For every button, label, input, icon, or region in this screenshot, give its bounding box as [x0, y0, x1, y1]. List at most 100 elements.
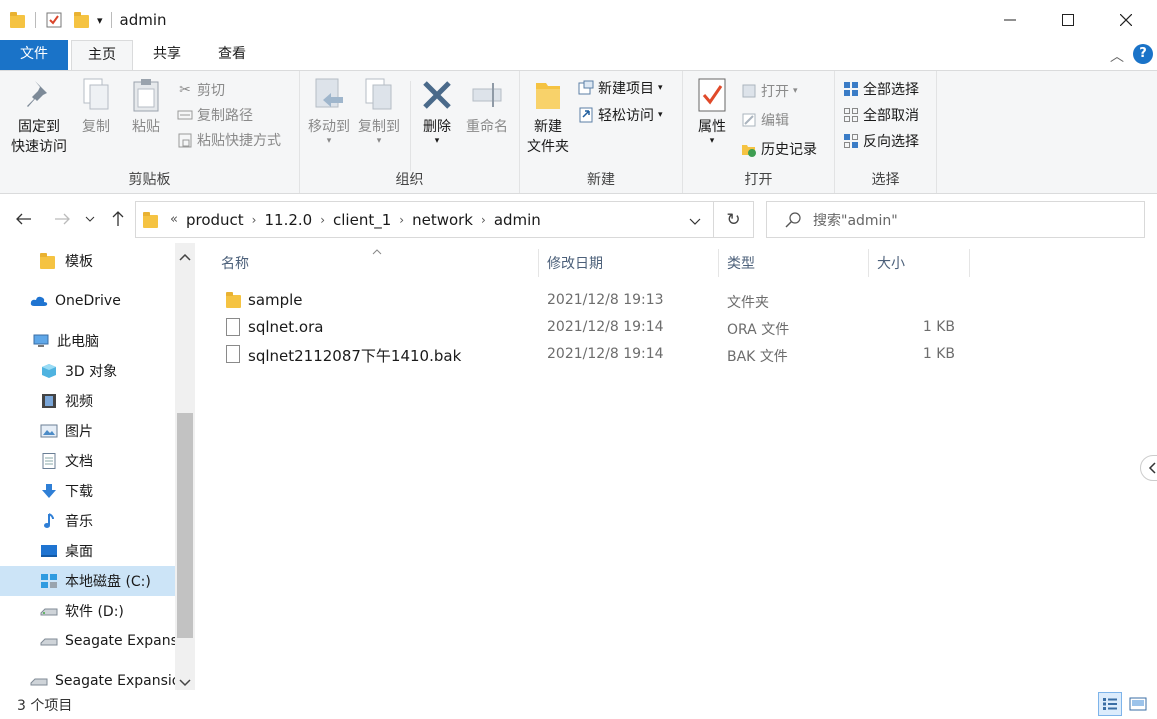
folder-icon: [226, 292, 241, 308]
delete-button[interactable]: 删除 ▾: [417, 77, 457, 146]
new-folder-icon[interactable]: [74, 12, 89, 28]
nav-item-drive-d[interactable]: 软件 (D:): [40, 596, 175, 626]
breadcrumb-version[interactable]: 11.2.0: [264, 211, 312, 229]
close-button[interactable]: [1097, 0, 1155, 40]
pin-quick-access-button[interactable]: 固定到 快速访问: [6, 77, 72, 157]
scrollbar-thumb[interactable]: [177, 413, 193, 638]
move-to-icon: [315, 78, 343, 108]
minimize-button[interactable]: [981, 0, 1039, 40]
breadcrumb-separator-icon[interactable]: ›: [320, 213, 325, 227]
group-organize: 移动到 ▾ 复制到 ▾ 删除 ▾ 重命名 组织: [300, 71, 520, 193]
copy-button[interactable]: 复制: [76, 77, 116, 137]
column-header-size[interactable]: 大小: [877, 253, 905, 275]
new-folder-label-2: 文件夹: [527, 139, 569, 155]
nav-item-music[interactable]: 音乐: [40, 506, 175, 536]
maximize-button[interactable]: [1039, 0, 1097, 40]
new-folder-button[interactable]: 新建 文件夹: [525, 77, 571, 157]
nav-pane-scrollbar[interactable]: [175, 243, 195, 690]
column-divider[interactable]: [718, 249, 719, 277]
tab-file[interactable]: 文件: [0, 40, 68, 71]
nav-item-this-pc[interactable]: 此电脑: [32, 326, 175, 356]
item-count: 3 个项目: [17, 698, 73, 714]
up-button[interactable]: [106, 207, 130, 231]
breadcrumb-admin[interactable]: admin: [494, 211, 541, 229]
address-dropdown-icon[interactable]: [689, 214, 701, 230]
details-view-icon: [1103, 698, 1117, 710]
properties-check-icon[interactable]: [46, 12, 62, 28]
file-name: sqlnet2112087下午1410.bak: [248, 347, 462, 365]
breadcrumb-separator-icon[interactable]: ›: [252, 213, 257, 227]
select-none-button[interactable]: 全部取消: [843, 104, 919, 126]
rename-button[interactable]: 重命名: [462, 77, 512, 137]
back-button[interactable]: [12, 207, 36, 231]
breadcrumb-separator-icon[interactable]: ›: [399, 213, 404, 227]
invert-selection-button[interactable]: 反向选择: [843, 130, 919, 152]
nav-item-videos[interactable]: 视频: [40, 386, 175, 416]
nav-item-3d-objects[interactable]: 3D 对象: [40, 356, 175, 386]
address-bar[interactable]: « product › 11.2.0 › client_1 › network …: [135, 201, 714, 238]
tab-view[interactable]: 查看: [202, 40, 262, 71]
nav-item-pictures[interactable]: 图片: [40, 416, 175, 446]
breadcrumb-separator-icon[interactable]: ›: [481, 213, 486, 227]
large-icons-view-button[interactable]: [1126, 692, 1150, 716]
nav-item-desktop[interactable]: 桌面: [40, 536, 175, 566]
copy-to-button[interactable]: 复制到 ▾: [355, 77, 403, 146]
column-header-type[interactable]: 类型: [727, 253, 755, 275]
paste-button[interactable]: 粘贴: [125, 77, 167, 137]
column-divider[interactable]: [868, 249, 869, 277]
file-row-sample[interactable]: sample 2021/12/8 19:13 文件夹: [220, 287, 980, 314]
customize-dropdown-icon[interactable]: ▾: [97, 14, 103, 27]
file-row-sqlnet-ora[interactable]: sqlnet.ora 2021/12/8 19:14 ORA 文件 1 KB: [220, 314, 980, 341]
nav-item-downloads[interactable]: 下载: [40, 476, 175, 506]
folder-icon: [143, 211, 158, 228]
scroll-up-icon[interactable]: [179, 249, 191, 265]
recent-locations-button[interactable]: [81, 207, 99, 231]
breadcrumb-client[interactable]: client_1: [333, 211, 391, 229]
nav-item-onedrive[interactable]: OneDrive: [30, 286, 175, 316]
help-icon[interactable]: ?: [1133, 44, 1153, 64]
delete-x-icon: [423, 81, 451, 109]
overflow-chevron-icon[interactable]: «: [170, 212, 178, 227]
open-button[interactable]: 打开 ▾: [741, 80, 798, 102]
properties-button[interactable]: 属性 ▾: [691, 77, 733, 146]
refresh-button[interactable]: ↻: [714, 201, 754, 238]
search-box[interactable]: 搜索"admin": [766, 201, 1145, 238]
column-divider[interactable]: [969, 249, 970, 277]
breadcrumb-product[interactable]: product: [186, 211, 244, 229]
tab-share[interactable]: 共享: [137, 40, 197, 71]
nav-item-local-disk-c[interactable]: 本地磁盘 (C:): [0, 566, 175, 596]
history-button[interactable]: 历史记录: [741, 138, 817, 160]
nav-item-documents[interactable]: 文档: [40, 446, 175, 476]
sort-up-icon: [372, 243, 382, 259]
group-select: 全部选择 全部取消 反向选择 选择: [835, 71, 937, 193]
ribbon-tabs: 文件 主页 共享 查看 ︿ ?: [0, 40, 1157, 71]
file-size: 1 KB: [922, 346, 955, 362]
copy-path-button[interactable]: 复制路径: [177, 104, 253, 126]
nav-item-templates[interactable]: 模板: [40, 246, 175, 276]
easy-access-button[interactable]: 轻松访问 ▾: [578, 104, 663, 126]
column-divider[interactable]: [538, 249, 539, 277]
select-all-button[interactable]: 全部选择: [843, 78, 919, 100]
tab-home[interactable]: 主页: [71, 40, 133, 71]
copy-to-label: 复制到: [358, 119, 400, 135]
paste-shortcut-button[interactable]: 粘贴快捷方式: [177, 129, 281, 151]
preview-pane-toggle[interactable]: [1140, 455, 1157, 481]
column-header-date[interactable]: 修改日期: [547, 253, 603, 275]
move-to-button[interactable]: 移动到 ▾: [305, 77, 353, 146]
title-bar: ▾ admin: [0, 0, 1157, 40]
chevron-down-icon: [85, 216, 95, 222]
forward-button[interactable]: [50, 207, 74, 231]
scroll-down-icon[interactable]: [179, 675, 191, 691]
new-item-button[interactable]: 新建项目 ▾: [578, 77, 663, 99]
edit-button[interactable]: 编辑: [741, 109, 789, 131]
details-view-button[interactable]: [1098, 692, 1122, 716]
nav-item-seagate-1[interactable]: Seagate Expansion: [40, 626, 175, 656]
column-header-name[interactable]: 名称: [221, 253, 249, 275]
file-row-sqlnet-bak[interactable]: sqlnet2112087下午1410.bak 2021/12/8 19:14 …: [220, 341, 980, 368]
breadcrumb-network[interactable]: network: [412, 211, 473, 229]
nav-label: 模板: [65, 254, 93, 270]
collapse-ribbon-icon[interactable]: ︿: [1110, 46, 1124, 66]
file-icon: [226, 318, 240, 336]
cut-button[interactable]: ✂ 剪切: [177, 79, 225, 101]
paste-shortcut-label: 粘贴快捷方式: [197, 133, 281, 149]
